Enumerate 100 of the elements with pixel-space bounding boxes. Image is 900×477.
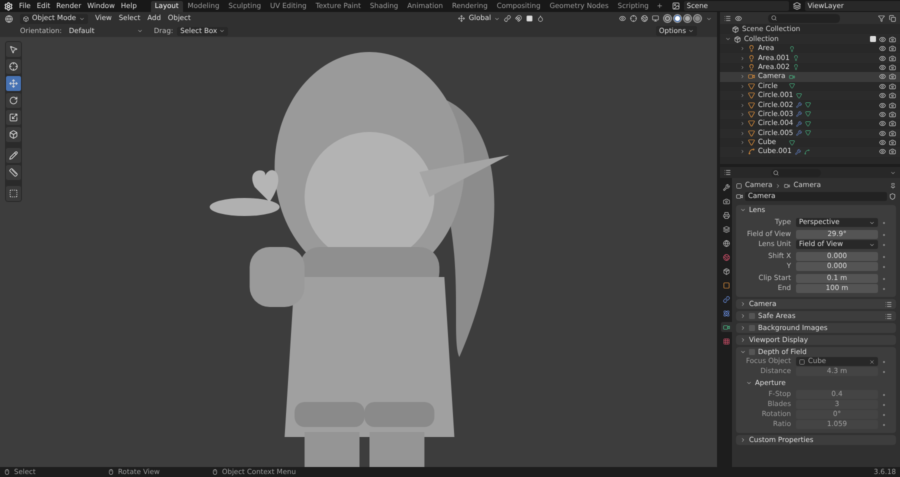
caret-icon — [869, 220, 875, 226]
camera-icon — [722, 324, 730, 330]
tool-button[interactable] — [6, 42, 21, 57]
checkbox[interactable] — [870, 36, 876, 42]
search-icon — [773, 170, 779, 176]
tool-button[interactable] — [6, 186, 21, 201]
triangle-icon — [789, 140, 795, 146]
camera-icon[interactable] — [889, 92, 896, 100]
logo-icon[interactable] — [4, 2, 13, 10]
camera-icon[interactable] — [889, 110, 896, 118]
visibility-icon[interactable] — [619, 15, 626, 22]
wrench-icon — [722, 184, 730, 190]
chevron-right-icon — [775, 182, 782, 188]
ruler-icon — [9, 168, 18, 177]
presets-icon[interactable] — [885, 312, 892, 320]
camera-icon[interactable] — [889, 130, 896, 137]
package-icon — [722, 268, 730, 274]
editor-type-icon[interactable] — [724, 169, 731, 176]
eye-icon[interactable] — [879, 64, 886, 71]
xray-icon[interactable] — [652, 15, 659, 22]
eye-icon[interactable] — [879, 102, 886, 109]
eye-icon[interactable] — [879, 92, 886, 100]
shield-icon[interactable] — [889, 193, 896, 200]
filter-icon[interactable] — [878, 14, 885, 22]
eye-icon[interactable] — [879, 54, 886, 62]
square-icon — [736, 182, 742, 188]
properties-tab[interactable] — [720, 294, 732, 304]
camera-icon[interactable] — [889, 139, 896, 146]
eye-icon[interactable] — [879, 148, 886, 156]
tool-button[interactable] — [6, 93, 21, 108]
properties-tab[interactable] — [720, 322, 732, 332]
properties-tab[interactable] — [720, 280, 732, 290]
pin-icon[interactable] — [890, 182, 896, 188]
tool-button[interactable] — [6, 59, 21, 74]
proportional-edit-icon[interactable] — [537, 15, 544, 22]
transform-orientation-icon[interactable] — [458, 15, 465, 22]
checker-icon — [722, 338, 730, 344]
camera-icon[interactable] — [889, 73, 896, 80]
camera-icon[interactable] — [889, 64, 896, 71]
chevron-right-icon — [740, 437, 746, 443]
scene-icon[interactable] — [672, 2, 680, 10]
bulb-icon — [748, 45, 755, 52]
search-field[interactable] — [771, 168, 821, 176]
eye-icon[interactable] — [879, 45, 886, 52]
magnet-icon[interactable] — [515, 15, 522, 22]
tool-button[interactable] — [6, 76, 21, 91]
caret-icon[interactable] — [890, 170, 896, 176]
filter-view-icon[interactable] — [735, 14, 742, 22]
checkbox[interactable] — [749, 313, 755, 319]
shading-mode-button[interactable] — [673, 14, 682, 23]
snap-icon[interactable] — [526, 15, 534, 22]
display-mode-icon[interactable] — [724, 14, 731, 22]
properties-tab[interactable] — [720, 252, 732, 262]
camera-icon[interactable] — [889, 36, 896, 42]
collection-icon — [732, 26, 739, 32]
pivot-icon[interactable] — [504, 15, 512, 22]
expand-toggle[interactable] — [725, 36, 731, 42]
properties-tab[interactable] — [720, 266, 732, 276]
eye-icon[interactable] — [879, 110, 886, 118]
camera-icon[interactable] — [736, 193, 743, 200]
camera-icon[interactable] — [889, 102, 896, 109]
tool-button[interactable] — [6, 110, 21, 125]
properties-tab[interactable] — [720, 210, 732, 220]
camera-icon[interactable] — [889, 82, 896, 90]
camera-icon[interactable] — [889, 120, 896, 128]
camera-icon[interactable] — [889, 148, 896, 156]
camera-icon[interactable] — [889, 54, 896, 62]
shading-mode-button[interactable] — [663, 14, 672, 23]
properties-tab[interactable] — [720, 196, 732, 206]
wrench-icon — [796, 102, 802, 108]
eye-icon[interactable] — [879, 120, 886, 128]
properties-tab[interactable] — [720, 182, 732, 192]
eye-icon[interactable] — [879, 82, 886, 90]
caret-icon[interactable] — [706, 16, 712, 22]
chevron-down-icon — [740, 349, 746, 355]
shading-mode-button[interactable] — [683, 14, 692, 23]
tool-button[interactable] — [6, 127, 21, 142]
eye-icon[interactable] — [879, 130, 886, 137]
editor-type-icon[interactable] — [5, 14, 13, 22]
properties-tab[interactable] — [720, 224, 732, 234]
eye-icon[interactable] — [879, 73, 886, 80]
search-field[interactable] — [768, 14, 840, 22]
properties-tab[interactable] — [720, 308, 732, 318]
tool-button[interactable] — [6, 148, 21, 163]
curve-icon — [748, 148, 755, 156]
eye-icon[interactable] — [879, 139, 886, 146]
gizmo-icon[interactable] — [630, 15, 637, 22]
eye-icon[interactable] — [879, 36, 886, 42]
layers-icon[interactable] — [792, 2, 801, 10]
new-collection-icon[interactable] — [889, 14, 896, 22]
chevron-down-icon — [740, 207, 746, 213]
checkbox[interactable] — [749, 349, 755, 355]
camera-icon[interactable] — [889, 45, 896, 52]
overlay-icon[interactable] — [641, 15, 648, 22]
checkbox[interactable] — [749, 325, 755, 331]
properties-tab[interactable] — [720, 238, 732, 248]
bulb-icon — [748, 64, 755, 71]
presets-icon[interactable] — [885, 300, 892, 308]
rotate-icon — [9, 96, 18, 105]
tool-button[interactable] — [6, 165, 21, 180]
